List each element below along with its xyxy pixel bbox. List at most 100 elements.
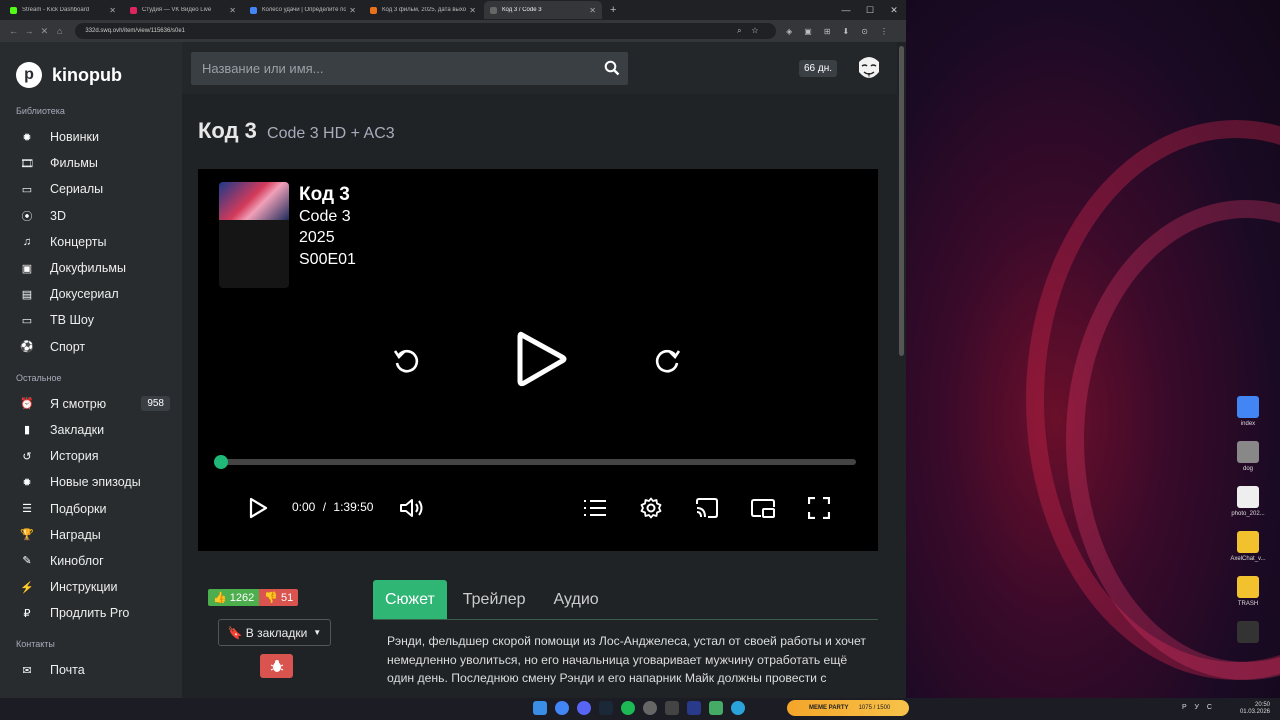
close-icon[interactable]: ✕	[349, 6, 356, 15]
logo[interactable]: p kinopub	[0, 42, 182, 94]
search-icon[interactable]	[604, 60, 620, 81]
obs-icon[interactable]	[643, 701, 657, 715]
play-big-icon[interactable]	[508, 327, 572, 391]
tab-audio[interactable]: Аудио	[542, 580, 611, 619]
app-icon[interactable]	[687, 701, 701, 715]
sidebar-item[interactable]: ✹ Новинки	[0, 124, 182, 150]
new-tab-button[interactable]: +	[610, 4, 616, 16]
playlist-icon[interactable]	[582, 496, 608, 520]
sidebar-item-label: Докусериал	[50, 287, 119, 302]
bookmark-dropdown-button[interactable]: 🔖 В закладки ▼	[218, 619, 331, 646]
sidebar-item[interactable]: ⦿ 3D	[0, 203, 182, 229]
spotify-icon[interactable]	[621, 701, 635, 715]
report-bug-button[interactable]	[260, 654, 293, 678]
language-indicator[interactable]: РУС	[1182, 704, 1220, 711]
sidebar-item[interactable]: 🏆 Награды	[0, 522, 182, 548]
sidebar-item[interactable]: ✉ Почта	[0, 657, 182, 683]
browser-tab-active[interactable]: Код 3 / Code 3 ✕	[484, 1, 602, 19]
time-display: 0:00 / 1:39:50	[292, 500, 373, 514]
sidebar-item[interactable]: ▭ ТВ Шоу	[0, 307, 182, 333]
forward-icon[interactable]: →	[21, 26, 36, 36]
sidebar-item[interactable]: ♫ Концерты	[0, 229, 182, 255]
avatar[interactable]	[856, 54, 882, 82]
sidebar-item[interactable]: ⚽ Спорт	[0, 334, 182, 360]
close-icon[interactable]: ✕	[469, 6, 476, 15]
video-player[interactable]: Код 3 Code 3 2025 S00E01 0:00 / 1:39:50	[198, 169, 878, 551]
close-icon[interactable]: ✕	[589, 6, 596, 15]
bookmark-icon: ▮	[23, 424, 31, 437]
desktop-file-icon	[1237, 531, 1259, 553]
url-field[interactable]: 332d.swq.ovh/item/view/115636/s0e1 ⌕☆	[75, 23, 777, 39]
pip-icon[interactable]	[750, 496, 776, 520]
browser-tab[interactable]: Студия — VK Видео Live ✕	[124, 1, 242, 19]
chrome-icon[interactable]	[555, 701, 569, 715]
maximize-button[interactable]: ☐	[858, 0, 882, 20]
sidebar-item[interactable]: ✹ Новые эпизоды	[0, 469, 182, 495]
steam-icon[interactable]	[599, 701, 613, 715]
scrollbar[interactable]	[897, 42, 906, 698]
forward-icon[interactable]	[650, 343, 686, 379]
desktop-icon[interactable]: AxelChat_v...	[1224, 531, 1272, 562]
fullscreen-icon[interactable]	[806, 496, 832, 520]
sidebar-item[interactable]: ▣ Докуфильмы	[0, 255, 182, 281]
sidebar-item-label: История	[50, 449, 99, 464]
rewind-icon[interactable]	[388, 343, 424, 379]
sidebar-item[interactable]: ☰ Подборки	[0, 495, 182, 521]
tv-icon: ▭	[21, 314, 33, 327]
tab-plot[interactable]: Сюжет	[373, 580, 447, 619]
system-tray[interactable]: РУС	[1182, 704, 1220, 711]
cast-icon[interactable]	[694, 496, 720, 520]
like-button[interactable]: 👍 1262	[208, 589, 260, 606]
sidebar-item[interactable]: ↺ История	[0, 443, 182, 469]
scrollbar-thumb[interactable]	[899, 46, 904, 356]
url-action-icons[interactable]: ⌕☆	[737, 26, 768, 36]
desktop-icon[interactable]: TRASH	[1224, 576, 1272, 607]
clock[interactable]: 20:50 01.03.2026	[1240, 702, 1270, 716]
tab-trailer[interactable]: Трейлер	[451, 580, 538, 619]
telegram-icon[interactable]	[731, 701, 745, 715]
sidebar-item[interactable]: 🎞 Фильмы	[0, 150, 182, 176]
minimize-button[interactable]: —	[834, 0, 858, 20]
dislike-button[interactable]: 👎 51	[259, 589, 299, 606]
extension-icons[interactable]: ◈▣⊞⬇⊙⋮	[786, 27, 900, 36]
sidebar-item[interactable]: ⏰ Я смотрю 958	[0, 391, 182, 417]
app-icon[interactable]	[665, 701, 679, 715]
browser-tab[interactable]: Колесо удачи | Определите по ✕	[244, 1, 362, 19]
progress-bar[interactable]	[214, 455, 856, 469]
subscription-days-badge[interactable]: 66 дн.	[799, 60, 838, 77]
search-input[interactable]	[202, 61, 592, 76]
sidebar-item[interactable]: ✎ Киноблог	[0, 548, 182, 574]
sidebar-item[interactable]: ▮ Закладки	[0, 417, 182, 443]
volume-icon[interactable]	[398, 496, 426, 520]
bookmark-label: В закладки	[245, 625, 308, 640]
back-icon[interactable]: ←	[6, 26, 21, 36]
desktop-icon[interactable]: index	[1224, 396, 1272, 427]
progress-knob[interactable]	[214, 455, 228, 469]
discord-icon[interactable]	[577, 701, 591, 715]
sidebar-item[interactable]: ⚡ Инструкции	[0, 574, 182, 600]
meme-party-widget[interactable]: MEME PARTY 1075 / 1500	[787, 700, 909, 716]
play-icon[interactable]	[246, 496, 270, 520]
stop-icon[interactable]: ✕	[37, 26, 52, 37]
browser-tab[interactable]: Код 3 фильм, 2025, дата выхо ✕	[364, 1, 482, 19]
sidebar-item-label: ТВ Шоу	[50, 313, 94, 328]
sidebar-item[interactable]: ▭ Сериалы	[0, 176, 182, 202]
start-icon[interactable]	[533, 701, 547, 715]
close-window-button[interactable]: ✕	[882, 0, 906, 20]
app-icon[interactable]	[709, 701, 723, 715]
history-icon: ↺	[22, 450, 32, 463]
desktop-file-icon	[1237, 486, 1259, 508]
close-icon[interactable]: ✕	[109, 6, 116, 15]
home-icon[interactable]: ⌂	[52, 26, 67, 36]
desktop-icon[interactable]	[1224, 621, 1272, 646]
settings-gear-icon[interactable]	[638, 496, 664, 520]
sidebar-item[interactable]: ₽ Продлить Pro	[0, 600, 182, 626]
browser-tab[interactable]: Stream - Kick Dashboard ✕	[4, 1, 122, 19]
sidebar-item-label: Инструкции	[50, 580, 118, 595]
desktop-icon[interactable]: photo_202...	[1224, 486, 1272, 517]
tab-title: Код 3 фильм, 2025, дата выхо	[382, 7, 467, 13]
desktop-icon[interactable]: dog	[1224, 441, 1272, 472]
sidebar-item[interactable]: ▤ Докусериал	[0, 281, 182, 307]
search-box[interactable]	[191, 52, 628, 85]
close-icon[interactable]: ✕	[229, 6, 236, 15]
